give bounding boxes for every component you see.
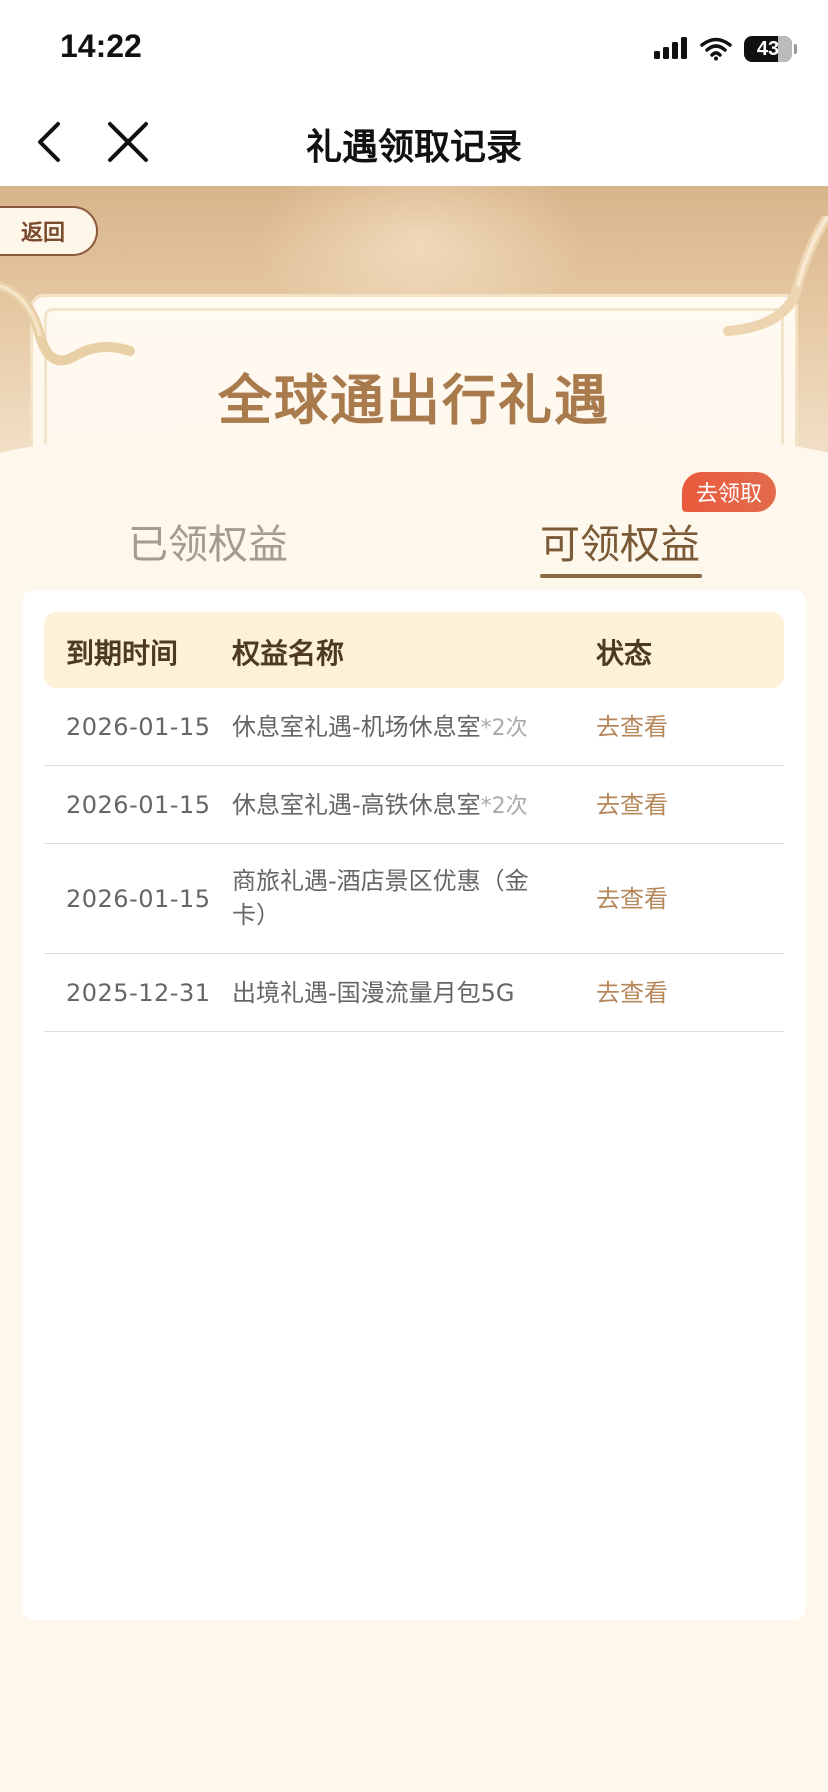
page-title: 礼遇领取记录 (305, 127, 522, 168)
view-button[interactable]: 去查看 (596, 710, 668, 744)
row-date: 2026-01-15 (66, 713, 211, 741)
return-button[interactable]: 返回 (0, 206, 98, 256)
banner: 返回 全球通出行礼遇 (0, 186, 828, 476)
table-header: 到期时间 权益名称 状态 (44, 612, 784, 688)
row-name: 休息室礼遇-高铁休息室*2次 (232, 788, 572, 824)
header-expiry-date: 到期时间 (66, 637, 179, 670)
tab-available-benefits[interactable]: 可领权益 (540, 512, 700, 570)
status-bar: 14:22 43 (0, 0, 828, 96)
tab-bar: 已领权益 可领权益 去领取 (0, 472, 828, 578)
view-button[interactable]: 去查看 (596, 788, 668, 822)
table-row: 2026-01-15 休息室礼遇-高铁休息室*2次 去查看 (44, 766, 784, 844)
row-date: 2026-01-15 (66, 885, 211, 913)
table-row: 2026-01-15 商旅礼遇-酒店景区优惠（金卡） 去查看 (44, 844, 784, 954)
view-button[interactable]: 去查看 (596, 882, 668, 916)
benefits-list-card: 到期时间 权益名称 状态 2026-01-15 休息室礼遇-机场休息室*2次 去… (22, 590, 806, 1620)
nav-bar: 礼遇领取记录 (0, 96, 828, 186)
row-name-text: 出境礼遇-国漫流量月包5G (232, 979, 515, 1007)
row-name-text: 休息室礼遇-高铁休息室 (232, 791, 481, 819)
battery-icon: 43 (744, 36, 797, 62)
row-name: 休息室礼遇-机场休息室*2次 (232, 710, 572, 746)
table-row: 2025-12-31 出境礼遇-国漫流量月包5G 去查看 (44, 954, 784, 1032)
status-time: 14:22 (60, 28, 142, 64)
row-date: 2025-12-31 (66, 979, 211, 1007)
tab-claimed-benefits[interactable]: 已领权益 (128, 512, 288, 570)
row-name-suffix: *2次 (480, 794, 528, 819)
header-status: 状态 (596, 637, 653, 670)
view-button[interactable]: 去查看 (596, 976, 668, 1010)
row-name-text: 休息室礼遇-机场休息室 (232, 713, 481, 741)
row-name: 商旅礼遇-酒店景区优惠（金卡） (232, 864, 552, 932)
row-name-text: 商旅礼遇-酒店景区优惠（金卡） (232, 867, 529, 929)
claim-badge[interactable]: 去领取 (682, 472, 777, 512)
header-benefit-name: 权益名称 (232, 637, 345, 670)
battery-level: 43 (756, 37, 780, 60)
table-row: 2026-01-15 休息室礼遇-机场休息室*2次 去查看 (44, 688, 784, 766)
row-name: 出境礼遇-国漫流量月包5G (232, 976, 572, 1010)
row-date: 2026-01-15 (66, 791, 211, 819)
row-name-suffix: *2次 (480, 716, 528, 741)
wifi-icon (700, 37, 732, 61)
tab-active-indicator (540, 574, 702, 578)
signal-icon (654, 37, 688, 61)
status-icons: 43 (654, 34, 797, 64)
banner-title: 全球通出行礼遇 (218, 369, 610, 432)
ribbon-right-icon (723, 216, 828, 336)
